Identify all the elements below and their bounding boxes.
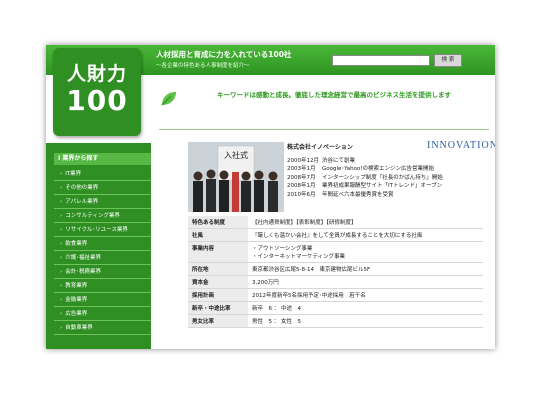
- sidebar-item-recycle[interactable]: リサイクル･リユース業界: [54, 223, 151, 237]
- info-label: 採用計画: [188, 288, 248, 302]
- table-row: 新卒・中途比率 新卒 6 ： 中途 4: [188, 301, 483, 315]
- info-value: 3,200万円: [248, 275, 483, 289]
- sidebar-item-advertising[interactable]: 広告業界: [54, 307, 151, 321]
- sidebar-item-automotive[interactable]: 自動車業界: [54, 321, 151, 335]
- company-history: 2000年12月 渋谷にて創業 2003年1月 Google･Yahoo!の検索エン…: [287, 157, 443, 199]
- sidebar-item-food[interactable]: 飲食業界: [54, 237, 151, 251]
- table-row: 男女比率 男性 5 ： 女性 5: [188, 314, 483, 328]
- table-row: 事業内容 ・アウトソーシング事業 ・インターネットマーケティング事業: [188, 241, 483, 263]
- page-frame: 人材採用と育成に力を入れている100社 〜各企業の特色ある人事制度を紹介〜 検 …: [46, 45, 495, 349]
- sidebar-item-it[interactable]: IT業界: [54, 167, 151, 181]
- logo-number: 100: [66, 84, 128, 117]
- sidebar-item-accounting[interactable]: 会計･税務業界: [54, 265, 151, 279]
- leaf-icon: [161, 92, 176, 106]
- info-value: 新卒 6 ： 中途 4: [248, 301, 483, 315]
- sidebar-header: I 業界から探す: [54, 153, 151, 165]
- history-date: 2000年12月: [287, 158, 319, 164]
- company-name: 株式会社イノベーション: [287, 144, 353, 151]
- info-label: 新卒・中途比率: [188, 301, 248, 315]
- history-date: 2003年1月: [287, 166, 316, 173]
- info-value: ・アウトソーシング事業 ・インターネットマーケティング事業: [248, 241, 483, 263]
- info-value: 東京都渋谷区広尾5-8-14 東京建物広尾ビル5F: [248, 262, 483, 276]
- info-label: 社風: [188, 228, 248, 242]
- history-row: 2010年6月 年間延べ六本最優秀賞を受賞: [287, 191, 443, 199]
- history-event: Google･Yahoo!の検索エンジン広告営業開始: [322, 166, 435, 173]
- sidebar-item-other[interactable]: その他の業界: [54, 181, 151, 195]
- sidebar-item-education[interactable]: 教育業界: [54, 279, 151, 293]
- info-label: 資本金: [188, 275, 248, 289]
- logo-text: 人財力: [66, 63, 127, 85]
- info-label: 男女比率: [188, 314, 248, 328]
- history-row: 2008年1月 業界初成果報酬型サイト「ITトレンド」オープン: [287, 182, 443, 190]
- history-event: 業界初成果報酬型サイト「ITトレンド」オープン: [322, 183, 443, 190]
- info-value: 男性 5 ： 女性 5: [248, 314, 483, 328]
- history-date: 2008年1月: [287, 183, 316, 190]
- info-label: 事業内容: [188, 241, 248, 263]
- keyword-banner: キーワードは感動と成長。徹底した理念経営で最高のビジネス生活を提供します: [151, 83, 495, 117]
- divider: [159, 129, 489, 130]
- search-button[interactable]: 検 索: [434, 54, 462, 67]
- info-value: 【社内通貨制度】【表彰制度】【研修制度】: [248, 216, 483, 229]
- info-label: 特色ある制度: [188, 216, 248, 229]
- history-date: 2008年7月: [287, 174, 316, 181]
- site-logo[interactable]: 人財力 100: [53, 48, 141, 136]
- history-row: 2000年12月 渋谷にて創業: [287, 157, 443, 165]
- ceremony-illustration: 入社式: [188, 142, 284, 212]
- site-subtitle: 〜各企業の特色ある人事制度を紹介〜: [156, 63, 250, 69]
- photo-sign: 入社式: [224, 150, 248, 160]
- history-row: 2003年1月 Google･Yahoo!の検索エンジン広告営業開始: [287, 165, 443, 173]
- history-event: 年間延べ六本最優秀賞を受賞: [322, 191, 394, 198]
- sidebar-item-consulting[interactable]: コンサルティング業界: [54, 209, 151, 223]
- search-input[interactable]: [332, 55, 430, 66]
- table-row: 所在地 東京都渋谷区広尾5-8-14 東京建物広尾ビル5F: [188, 262, 483, 276]
- history-event: インターンシップ制度「社長のかばん持ち」開始: [322, 174, 443, 181]
- info-value: 2012年度新卒5名採用予定･中途採用 若干名: [248, 288, 483, 302]
- info-value: 『厳しくも温かい会社』をして全員が成長することを大切にする社風: [248, 228, 483, 242]
- table-row: 特色ある制度 【社内通貨制度】【表彰制度】【研修制度】: [188, 216, 483, 229]
- info-label: 所在地: [188, 262, 248, 276]
- keyword-text: キーワードは感動と成長。徹底した理念経営で最高のビジネス生活を提供します: [217, 91, 451, 99]
- sidebar-item-apparel[interactable]: アパレル業界: [54, 195, 151, 209]
- sidebar-item-care[interactable]: 介護･福祉業界: [54, 251, 151, 265]
- sidebar-item-finance[interactable]: 金融業界: [54, 293, 151, 307]
- history-event: 渋谷にて創業: [322, 158, 356, 164]
- brand-logo: INNOVATION: [427, 140, 495, 151]
- site-title: 人材採用と育成に力を入れている100社: [156, 50, 292, 59]
- table-row: 採用計画 2012年度新卒5名採用予定･中途採用 若干名: [188, 288, 483, 302]
- table-row: 資本金 3,200万円: [188, 275, 483, 289]
- history-date: 2010年6月: [287, 191, 316, 198]
- table-row: 社風 『厳しくも温かい会社』をして全員が成長することを大切にする社風: [188, 228, 483, 242]
- company-photo: 入社式: [188, 142, 284, 212]
- history-row: 2008年7月 インターンシップ制度「社長のかばん持ち」開始: [287, 174, 443, 182]
- company-info-table: 特色ある制度 【社内通貨制度】【表彰制度】【研修制度】 社風 『厳しくも温かい会社』…: [188, 216, 483, 328]
